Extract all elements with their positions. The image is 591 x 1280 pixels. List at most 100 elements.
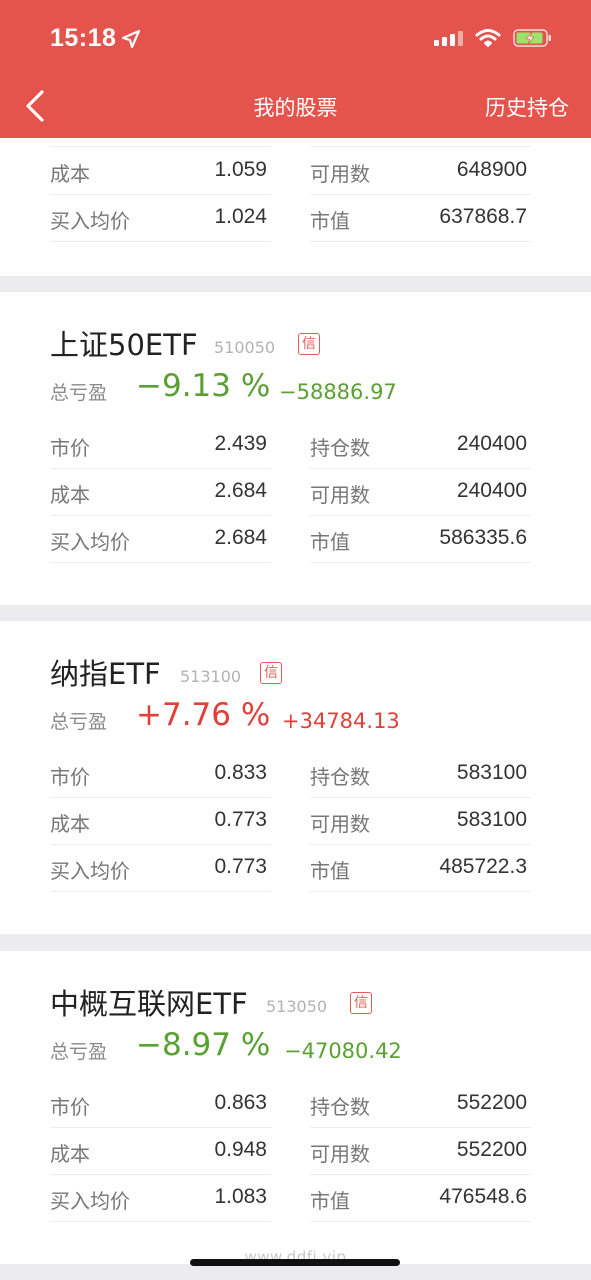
price-cell: 市价 0.863 [50, 1081, 271, 1128]
available-cell: 可用数 648900 [310, 148, 531, 195]
avg-price-value: 1.024 [214, 205, 267, 228]
cost-cell: 成本 1.059 [50, 148, 271, 195]
position-cell: 持仓数 583100 [310, 751, 531, 798]
table-row: 买入均价 2.684 市值 586335.6 [0, 516, 591, 563]
status-time: 15:18 [50, 24, 117, 52]
app-header: 15:18 我的股票 历史持仓 [0, 0, 591, 138]
cost-value: 1.059 [214, 158, 267, 181]
price-cell: 市价 2.439 [50, 422, 271, 469]
market-value-value: 586335.6 [439, 526, 527, 549]
stock-code: 513050 [266, 997, 328, 1016]
divider [310, 146, 531, 147]
avg-price-value: 0.773 [214, 855, 267, 878]
position-value: 552200 [456, 1091, 527, 1114]
card-header: 中概互联网ETF 513050 信 总亏盈 −8.97 % −47080.42 [0, 951, 591, 1081]
position-label: 持仓数 [310, 436, 370, 460]
history-positions-button[interactable]: 历史持仓 [485, 92, 569, 122]
holding-card[interactable]: 纳指ETF 513100 信 总亏盈 +7.76 % +34784.13 市价 … [0, 621, 591, 934]
avg-price-label: 买入均价 [50, 530, 130, 554]
table-row: 成本 0.948 可用数 552200 [0, 1128, 591, 1175]
market-value-label: 市值 [310, 530, 350, 554]
stock-name: 中概互联网ETF [50, 987, 248, 1021]
credit-badge: 信 [260, 662, 282, 684]
available-value: 552200 [456, 1138, 527, 1161]
available-cell: 可用数 240400 [310, 469, 531, 516]
holding-card[interactable]: 上证50ETF 510050 信 总亏盈 −9.13 % −58886.97 市… [0, 292, 591, 605]
available-label: 可用数 [310, 483, 370, 507]
table-row: 买入均价 1.024 市值 637868.7 [0, 195, 591, 242]
price-cell: 市价 0.833 [50, 751, 271, 798]
available-cell: 可用数 583100 [310, 798, 531, 845]
total-pl-label: 总亏盈 [50, 711, 108, 733]
position-cell: 持仓数 240400 [310, 422, 531, 469]
avg-price-cell: 买入均价 0.773 [50, 845, 271, 892]
market-value-cell: 市值 586335.6 [310, 516, 531, 563]
available-value: 648900 [456, 158, 527, 181]
table-row: 成本 0.773 可用数 583100 [0, 798, 591, 845]
wifi-icon [475, 29, 501, 47]
market-value-value: 476548.6 [439, 1185, 527, 1208]
table-row: 买入均价 1.083 市值 476548.6 [0, 1175, 591, 1222]
avg-price-label: 买入均价 [50, 859, 130, 883]
table-row: 成本 1.059 可用数 648900 [0, 148, 591, 195]
avg-price-cell: 买入均价 1.024 [50, 195, 271, 242]
battery-charging-icon [513, 29, 551, 47]
cost-value: 0.948 [214, 1138, 267, 1161]
price-label: 市价 [50, 436, 90, 460]
holding-card[interactable]: 中概互联网ETF 513050 信 总亏盈 −8.97 % −47080.42 … [0, 951, 591, 1264]
market-value-value: 637868.7 [439, 205, 527, 228]
market-value-label: 市值 [310, 1189, 350, 1213]
position-value: 583100 [456, 761, 527, 784]
market-value-cell: 市值 637868.7 [310, 195, 531, 242]
card-header: 上证50ETF 510050 信 总亏盈 −9.13 % −58886.97 [0, 292, 591, 422]
credit-badge: 信 [298, 333, 320, 355]
total-pl-percent: −8.97 % [136, 1027, 271, 1063]
available-label: 可用数 [310, 812, 370, 836]
avg-price-label: 买入均价 [50, 209, 130, 233]
signal-icon [434, 31, 463, 46]
market-value-value: 485722.3 [439, 855, 527, 878]
location-arrow-icon [121, 29, 141, 49]
total-pl-label: 总亏盈 [50, 382, 108, 404]
cost-label: 成本 [50, 812, 90, 836]
market-value-cell: 市值 485722.3 [310, 845, 531, 892]
available-cell: 可用数 552200 [310, 1128, 531, 1175]
position-value: 240400 [456, 432, 527, 455]
table-row: 市价 0.863 持仓数 552200 [0, 1081, 591, 1128]
table-row: 市价 0.833 持仓数 583100 [0, 751, 591, 798]
available-value: 240400 [456, 479, 527, 502]
table-row: 成本 2.684 可用数 240400 [0, 469, 591, 516]
cost-cell: 成本 2.684 [50, 469, 271, 516]
credit-badge: 信 [350, 992, 372, 1014]
table-row: 市价 2.439 持仓数 240400 [0, 422, 591, 469]
stock-name: 上证50ETF [50, 328, 198, 362]
avg-price-value: 1.083 [214, 1185, 267, 1208]
price-label: 市价 [50, 765, 90, 789]
holding-card-partial: 成本 1.059 可用数 648900 买入均价 1.024 市值 637868… [0, 138, 591, 276]
stock-name: 纳指ETF [50, 657, 161, 691]
card-header: 纳指ETF 513100 信 总亏盈 +7.76 % +34784.13 [0, 621, 591, 751]
stock-code: 510050 [214, 338, 276, 357]
cost-label: 成本 [50, 162, 90, 186]
divider [50, 146, 271, 147]
stock-code: 513100 [180, 667, 242, 686]
cost-cell: 成本 0.948 [50, 1128, 271, 1175]
total-pl-percent: −9.13 % [136, 368, 271, 404]
total-pl-amount: −47080.42 [284, 1039, 402, 1063]
status-icons [433, 28, 553, 48]
home-indicator[interactable] [190, 1259, 400, 1266]
available-label: 可用数 [310, 1142, 370, 1166]
market-value-label: 市值 [310, 209, 350, 233]
total-pl-label: 总亏盈 [50, 1041, 108, 1063]
price-value: 0.833 [214, 761, 267, 784]
position-cell: 持仓数 552200 [310, 1081, 531, 1128]
available-value: 583100 [456, 808, 527, 831]
position-label: 持仓数 [310, 1095, 370, 1119]
price-label: 市价 [50, 1095, 90, 1119]
available-label: 可用数 [310, 162, 370, 186]
market-value-cell: 市值 476548.6 [310, 1175, 531, 1222]
price-value: 2.439 [214, 432, 267, 455]
position-label: 持仓数 [310, 765, 370, 789]
cost-label: 成本 [50, 483, 90, 507]
avg-price-label: 买入均价 [50, 1189, 130, 1213]
